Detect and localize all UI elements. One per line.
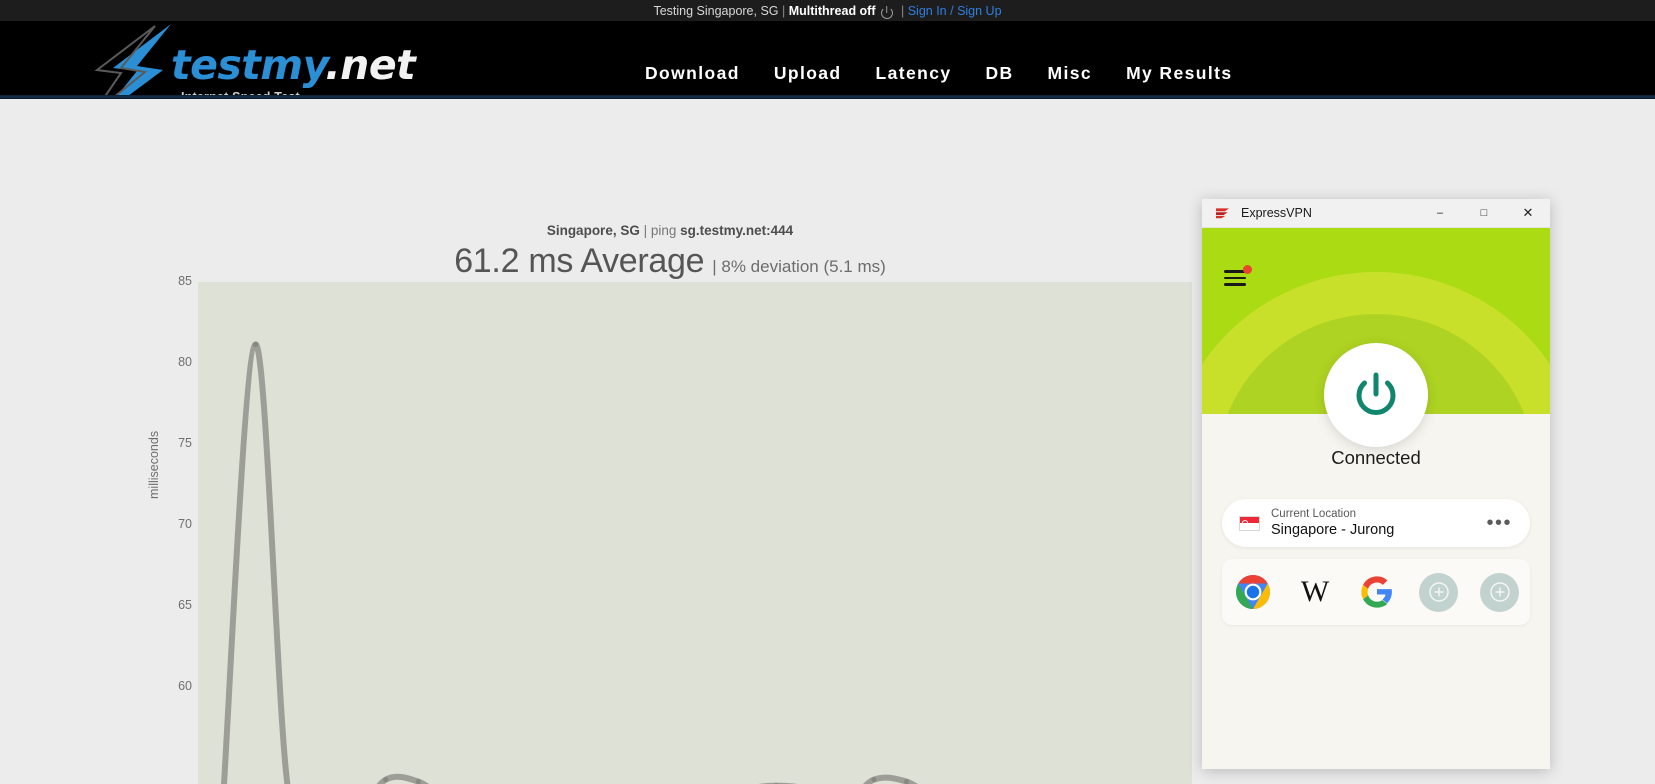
power-icon — [1356, 372, 1396, 416]
topbar-slash: / — [946, 3, 958, 18]
chart-subtitle: Singapore, SG | ping sg.testmy.net:444 — [0, 223, 1340, 238]
singapore-flag-icon — [1239, 515, 1260, 531]
close-button[interactable]: ✕ — [1506, 199, 1550, 228]
topbar-divider-1: | — [778, 3, 789, 18]
plus-circle-icon — [1489, 582, 1510, 602]
minimize-button[interactable]: – — [1418, 199, 1462, 228]
wikipedia-icon: W — [1300, 575, 1330, 608]
expressvpn-window[interactable]: ExpressVPN – □ ✕ Connected Current Locat… — [1202, 199, 1550, 769]
vpn-power-button[interactable] — [1324, 343, 1428, 447]
shortcut-chrome[interactable] — [1233, 572, 1273, 612]
chrome-icon — [1236, 575, 1270, 609]
latency-line-plot — [221, 341, 919, 784]
chart-title-row: 61.2 ms Average | 8% deviation (5.1 ms) — [0, 242, 1340, 281]
shortcut-add-1[interactable] — [1419, 572, 1458, 612]
nav-my-results[interactable]: My Results — [1109, 63, 1249, 84]
y-tick-70: 70 — [178, 517, 192, 531]
chart-data-point[interactable] — [903, 779, 910, 784]
maximize-button[interactable]: □ — [1462, 199, 1506, 228]
notification-dot — [1243, 265, 1252, 274]
vpn-app-title: ExpressVPN — [1241, 206, 1312, 220]
current-location-value: Singapore - Jurong — [1271, 522, 1395, 539]
vpn-status-text: Connected — [1331, 447, 1421, 468]
sign-up-link[interactable]: Sign Up — [957, 4, 1001, 18]
location-texts: Current Location Singapore - Jurong — [1271, 507, 1394, 540]
shortcut-google[interactable] — [1357, 572, 1397, 612]
nav-latency[interactable]: Latency — [859, 63, 969, 84]
nav-upload[interactable]: Upload — [757, 63, 859, 84]
logo-text-primary: testmy — [171, 41, 326, 89]
chart-data-point[interactable] — [415, 779, 421, 784]
chart-subtitle-location: Singapore, SG — [546, 223, 640, 238]
logo-text-secondary: .net — [325, 41, 416, 89]
site-header: testmy.net Internet Speed Test Download … — [0, 21, 1655, 116]
chart-data-point[interactable] — [871, 777, 877, 783]
main-nav: Download Upload Latency DB Misc My Resul… — [628, 63, 1249, 84]
y-tick-80: 80 — [178, 355, 192, 369]
ellipsis-icon[interactable]: ••• — [1486, 513, 1512, 533]
hamburger-menu-icon[interactable] — [1224, 265, 1252, 286]
deviation-text: | 8% deviation (5.1 ms) — [712, 257, 886, 276]
app-root: Testing Singapore, SG | Multithread off … — [0, 0, 1655, 784]
nav-misc[interactable]: Misc — [1031, 63, 1110, 84]
chart-data-point[interactable] — [383, 777, 389, 783]
page-content: Singapore, SG | ping sg.testmy.net:444 6… — [0, 99, 1655, 784]
testing-status-text: Testing Singapore, SG — [653, 3, 779, 18]
y-tick-60: 60 — [178, 679, 192, 693]
window-controls: – □ ✕ — [1418, 199, 1550, 228]
chart-subtitle-sep: | ping — [639, 223, 681, 238]
y-tick-85: 85 — [178, 274, 192, 288]
sign-in-link[interactable]: Sign In — [908, 4, 947, 18]
latency-chart[interactable] — [198, 282, 1192, 784]
nav-db[interactable]: DB — [968, 63, 1030, 84]
current-location-label: Current Location — [1271, 507, 1357, 520]
shortcut-add-2[interactable] — [1480, 572, 1519, 612]
top-utility-bar: Testing Singapore, SG | Multithread off … — [0, 0, 1655, 21]
expressvpn-logo-icon — [1214, 206, 1231, 220]
chart-subtitle-host: sg.testmy.net:444 — [680, 223, 794, 238]
shortcut-wikipedia[interactable]: W — [1295, 572, 1335, 612]
page-title: 61.2 ms Average — [454, 242, 705, 280]
y-tick-65: 65 — [178, 598, 192, 612]
google-icon — [1361, 576, 1392, 608]
power-icon[interactable] — [880, 6, 893, 19]
vpn-shortcuts-bar: W — [1222, 559, 1530, 625]
y-axis-ticks: 85 80 75 70 65 60 — [150, 274, 192, 784]
plus-circle-icon — [1428, 582, 1449, 602]
chart-header: Singapore, SG | ping sg.testmy.net:444 6… — [0, 223, 1340, 281]
topbar-divider-2: | — [897, 3, 908, 18]
current-location-card[interactable]: Current Location Singapore - Jurong ••• — [1222, 499, 1530, 547]
chart-data-point[interactable] — [252, 341, 259, 348]
logo-wordmark: testmy.net — [171, 41, 416, 89]
chart-line — [221, 341, 919, 784]
multithread-status: Multithread off — [788, 3, 876, 18]
nav-download[interactable]: Download — [628, 63, 757, 84]
vpn-titlebar[interactable]: ExpressVPN – □ ✕ — [1202, 199, 1550, 228]
y-axis-label: milliseconds — [147, 430, 161, 499]
